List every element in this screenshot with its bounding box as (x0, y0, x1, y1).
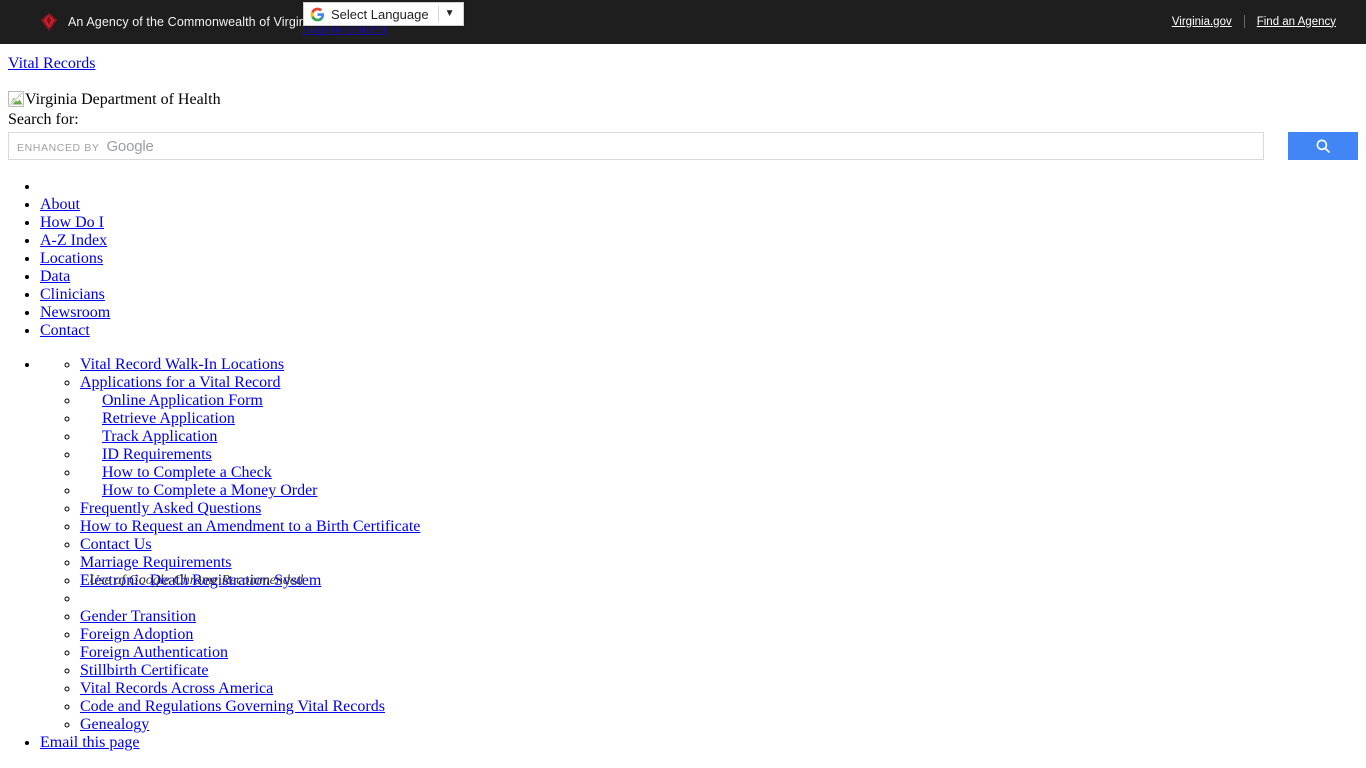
primary-nav-link-clinicians[interactable]: Clinicians (40, 286, 105, 303)
section-nav-item: Foreign Adoption (80, 626, 1366, 644)
primary-nav-item: How Do I (40, 214, 1366, 232)
broken-image-icon (8, 91, 24, 107)
primary-nav-item (40, 178, 1366, 196)
primary-nav-item: Locations (40, 250, 1366, 268)
primary-nav-link-contact[interactable]: Contact (40, 322, 90, 339)
section-nav-link-frequently-asked-questions[interactable]: Frequently Asked Questions (80, 500, 261, 517)
search-input[interactable]: ENHANCED BY Google (8, 132, 1264, 160)
section-nav-item: How to Complete a Money Order (80, 482, 1366, 500)
section-nav-link-how-to-request-an-amendment-to-a-birth-certificate[interactable]: How to Request an Amendment to a Birth C… (80, 518, 420, 535)
find-an-agency-link[interactable]: Find an Agency (1245, 16, 1348, 28)
primary-nav-item: Clinicians (40, 286, 1366, 304)
section-nav-item: Vital Records Across America (80, 680, 1366, 698)
section-nav-item: Applications for a Vital Record (80, 374, 1366, 392)
primary-nav-link-newsroom[interactable]: Newsroom (40, 304, 110, 321)
section-nav-item: Marriage Requirements (80, 554, 1366, 572)
email-this-page-item: Email this page (40, 734, 1366, 752)
primary-nav-link-a-z-index[interactable]: A-Z Index (40, 232, 107, 249)
primary-nav-link-how-do-i[interactable]: How Do I (40, 214, 104, 231)
search-button[interactable] (1288, 132, 1358, 160)
site-title-link[interactable]: Vital Records (8, 55, 1366, 73)
google-cse-watermark: ENHANCED BY Google (17, 138, 154, 155)
commonwealth-branding: An Agency of the Commonwealth of Virgini… (40, 12, 316, 32)
primary-nav-item: Contact (40, 322, 1366, 340)
section-nav-link-vital-record-walk-in-locations[interactable]: Vital Record Walk-In Locations (80, 356, 284, 373)
virginia-gov-link[interactable]: Virginia.gov (1160, 16, 1244, 28)
watermark-enhanced-text: ENHANCED BY (17, 141, 100, 154)
primary-nav-item: About (40, 196, 1366, 214)
agency-statement: An Agency of the Commonwealth of Virgini… (68, 15, 316, 29)
section-nav-item: Frequently Asked Questions (80, 500, 1366, 518)
commonwealth-top-bar: An Agency of the Commonwealth of Virgini… (0, 0, 1366, 44)
section-nav-link-foreign-authentication[interactable]: Foreign Authentication (80, 644, 228, 661)
section-nav-link-marriage-requirements[interactable]: Marriage Requirements (80, 554, 232, 571)
section-nav-item: How to Request an Amendment to a Birth C… (80, 518, 1366, 536)
commonwealth-links: Virginia.gov Find an Agency (1160, 15, 1348, 28)
section-nav-item: Genealogy (80, 716, 1366, 734)
section-nav-item: Retrieve Application (80, 410, 1366, 428)
section-nav-item: ID Requirements (80, 446, 1366, 464)
section-nav-item: Foreign Authentication (80, 644, 1366, 662)
section-nav-wrapper-item: Vital Record Walk-In LocationsApplicatio… (40, 356, 1366, 734)
primary-nav-item: Data (40, 268, 1366, 286)
section-nav-item: Vital Record Walk-In Locations (80, 356, 1366, 374)
section-nav-link-vital-records-across-america[interactable]: Vital Records Across America (80, 680, 273, 697)
primary-nav-item: Newsroom (40, 304, 1366, 322)
section-nav-link-how-to-complete-a-check[interactable]: How to Complete a Check (102, 464, 272, 481)
search-icon (1314, 137, 1332, 155)
section-nav-item: Contact Us (80, 536, 1366, 554)
search-label: Search for: (8, 111, 79, 128)
email-this-page-link[interactable]: Email this page (40, 734, 140, 751)
section-nav-link-genealogy[interactable]: Genealogy (80, 716, 149, 733)
primary-nav-list: AboutHow Do IA-Z IndexLocationsDataClini… (0, 178, 1366, 340)
section-nav-link-foreign-adoption[interactable]: Foreign Adoption (80, 626, 193, 643)
chrome-recommendation-note: Use of Google Chrome Recommended (89, 573, 304, 588)
site-logo-alt-text: Virginia Department of Health (25, 91, 221, 108)
section-nav-item: Track Application (80, 428, 1366, 446)
section-nav-item: Online Application Form (80, 392, 1366, 410)
google-g-icon (310, 7, 325, 22)
translate-select-label: Select Language (331, 6, 429, 22)
section-nav-item: Code and Regulations Governing Vital Rec… (80, 698, 1366, 716)
section-nav-item: Stillbirth Certificate (80, 662, 1366, 680)
watermark-google-text: Google (106, 137, 154, 155)
section-nav-link-code-and-regulations-governing-vital-records[interactable]: Code and Regulations Governing Vital Rec… (80, 698, 385, 715)
section-nav-link-id-requirements[interactable]: ID Requirements (102, 446, 212, 463)
primary-nav-item: A-Z Index (40, 232, 1366, 250)
site-logo-broken-image: Virginia Department of Health (8, 91, 1366, 109)
section-nav-outer-list: Vital Record Walk-In LocationsApplicatio… (0, 356, 1366, 752)
section-nav-link-track-application[interactable]: Track Application (102, 428, 217, 445)
section-nav-link-online-application-form[interactable]: Online Application Form (102, 392, 263, 409)
section-nav-list: Vital Record Walk-In LocationsApplicatio… (40, 356, 1366, 734)
section-nav-link-contact-us[interactable]: Contact Us (80, 536, 152, 553)
section-nav-link-gender-transition[interactable]: Gender Transition (80, 608, 196, 625)
section-nav-link-stillbirth-certificate[interactable]: Stillbirth Certificate (80, 662, 208, 679)
google-translate-widget[interactable]: Select Language ▼ (303, 2, 464, 26)
chevron-down-icon[interactable]: ▼ (439, 9, 461, 19)
section-nav-link-how-to-complete-a-money-order[interactable]: How to Complete a Money Order (102, 482, 318, 499)
primary-nav-link-locations[interactable]: Locations (40, 250, 103, 267)
section-nav-link-retrieve-application[interactable]: Retrieve Application (102, 410, 235, 427)
section-nav-link-applications-for-a-vital-record[interactable]: Applications for a Vital Record (80, 374, 280, 391)
search-row: ENHANCED BY Google (0, 132, 1366, 162)
page-body: Vital Records Virginia Department of Hea… (0, 44, 1366, 752)
section-nav-item (80, 590, 1366, 608)
section-nav-item: Gender Transition (80, 608, 1366, 626)
primary-nav-link-data[interactable]: Data (40, 268, 70, 285)
section-nav-item: How to Complete a Check (80, 464, 1366, 482)
virginia-diamond-logo-icon (40, 12, 58, 32)
primary-nav-link-about[interactable]: About (40, 196, 80, 213)
